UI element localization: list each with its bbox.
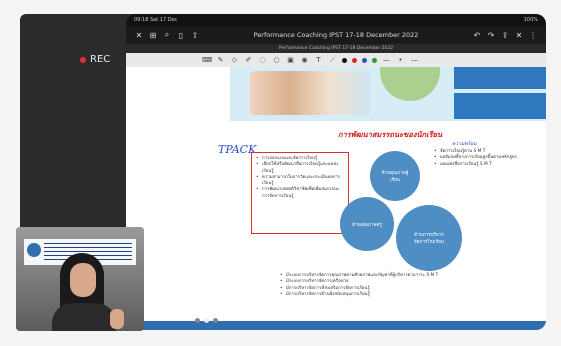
student-outcomes: จัดการเรียนรู้ตาม S M T ผลสัมฤทธิ์ทางการ… [434,141,544,168]
rec-indicator: REC [80,54,110,65]
pen-toolbar: ⌨ ✎ ◇ ✐ ◌ ○ ▣ ◉ T ⟋ — • — [126,53,546,67]
export-icon[interactable]: ⇪ [499,29,511,41]
handwritten-title: การพัฒนาสมรรถนะของนักเรียน [338,130,443,139]
app-navigation-bar: ✕ ⊞ ⌕ ▯ ⇧ Performance Coaching IPST 17-1… [126,26,546,44]
slide-banner [230,67,546,121]
outcome-list: จัดการเรียนรู้ตาม S M T ผลสัมฤทธิ์ทางการ… [434,149,544,168]
highlighter-icon[interactable]: ✐ [244,56,253,64]
close-document-icon[interactable]: ✕ [513,29,525,41]
poster-logo-icon [27,243,41,257]
shared-screen: 09:18 Sat 17 Dec 100% ✕ ⊞ ⌕ ▯ ⇧ Performa… [126,14,546,330]
teacher-competency-box: การออกแบบและจัดการเรียนรู้ เลือกใช้หรือพ… [251,152,349,234]
pen-color-green[interactable] [372,57,377,63]
gear-label: ด้านการบริหารจัดการโรงเรียน [414,233,444,245]
page-dot[interactable] [213,318,218,323]
pen-color-black[interactable] [342,57,347,63]
lasso-icon[interactable]: ◌ [258,56,267,64]
pen-color-blue[interactable] [362,57,367,63]
gear-school-management: ด้านการบริหารจัดการโรงเรียน [396,205,462,271]
image-icon[interactable]: ▣ [286,56,295,64]
presenter-body [52,303,116,331]
page-indicator[interactable] [195,318,218,323]
gear-label: ด้านคุณภาพผู้เรียน [381,171,409,183]
pen-icon[interactable]: ✎ [216,56,225,64]
keyboard-icon[interactable]: ⌨ [202,56,212,64]
management-list: มีระบบการบริหารจัดการคุณภาพตามศักยภาพและ… [280,273,450,298]
undo-icon[interactable]: ↶ [471,29,483,41]
text-box-icon[interactable]: T [314,56,323,64]
stroke-medium-icon[interactable]: • [396,56,405,64]
banner-boxes [454,67,546,121]
list-item: ความสามารถในการวัดและประเมินผลการเรียนรู… [256,175,344,188]
record-dot-icon [80,56,86,63]
search-icon[interactable]: ⌕ [161,29,173,41]
stroke-thin-icon[interactable]: — [382,56,391,64]
slide-footer-bar [126,321,546,330]
rec-label: REC [90,54,111,65]
gear-label: ด้านคุณภาพครู [352,222,382,228]
management-outcomes: มีระบบการบริหารจัดการคุณภาพตามศักยภาพและ… [280,273,450,298]
gear-teacher-quality: ด้านคุณภาพครู [340,197,394,251]
presenter [52,253,124,331]
meeting-window: REC 09:18 Sat 17 Dec 100% ✕ ⊞ ⌕ ▯ ⇧ Perf… [0,0,561,346]
stroke-thick-icon[interactable]: — [410,56,419,64]
pen-color-red[interactable] [352,57,357,63]
document-tab[interactable]: Performance Coaching IPST 17-18 December… [126,44,546,53]
redo-icon[interactable]: ↷ [485,29,497,41]
slide-canvas[interactable]: TPACK การพัฒนาสมรรถนะของนักเรียน ความพร้… [126,67,546,330]
bookmark-icon[interactable]: ▯ [175,29,187,41]
gear-student-quality: ด้านคุณภาพผู้เรียน [370,151,420,201]
presenter-hand [110,309,124,329]
grid-icon[interactable]: ⊞ [147,29,159,41]
status-battery: 100% [523,17,538,23]
list-item: เผยแพร่สื่อการเรียนรู้ S M T [434,162,544,169]
document-title: Performance Coaching IPST 17-18 December… [253,31,419,39]
banner-box-1 [454,67,546,89]
banner-graphic [380,67,440,101]
list-item: การพัฒนาเจตคติวิชาชีพเพื่อเพิ่มสมรรถนะกา… [256,187,344,200]
list-item: เลือกใช้หรือพัฒนาสื่อการเรียนรู้และแหล่ง… [256,162,344,175]
banner-illustration [250,71,370,115]
banner-box-2 [454,93,546,119]
page-dot-active[interactable] [204,318,209,323]
competency-list: การออกแบบและจัดการเรียนรู้ เลือกใช้หรือพ… [256,156,344,200]
list-item: มีการบริหารจัดการด้านสิ่งสนับสนุนการเรีย… [280,292,450,299]
presenter-video [16,227,144,331]
page-dot[interactable] [195,318,200,323]
tab-label: Performance Coaching IPST 17-18 December… [278,46,394,51]
shapes-icon[interactable]: ○ [272,56,281,64]
close-icon[interactable]: ✕ [133,29,145,41]
status-time: 09:18 Sat 17 Dec [134,17,178,23]
share-icon[interactable]: ⇧ [189,29,201,41]
more-icon[interactable]: ⋮ [527,29,539,41]
ipad-status-bar: 09:18 Sat 17 Dec 100% [126,14,546,26]
laser-icon[interactable]: ⟋ [328,56,337,65]
camera-icon[interactable]: ◉ [300,56,309,64]
presenter-face [70,263,96,297]
eraser-icon[interactable]: ◇ [230,56,239,64]
